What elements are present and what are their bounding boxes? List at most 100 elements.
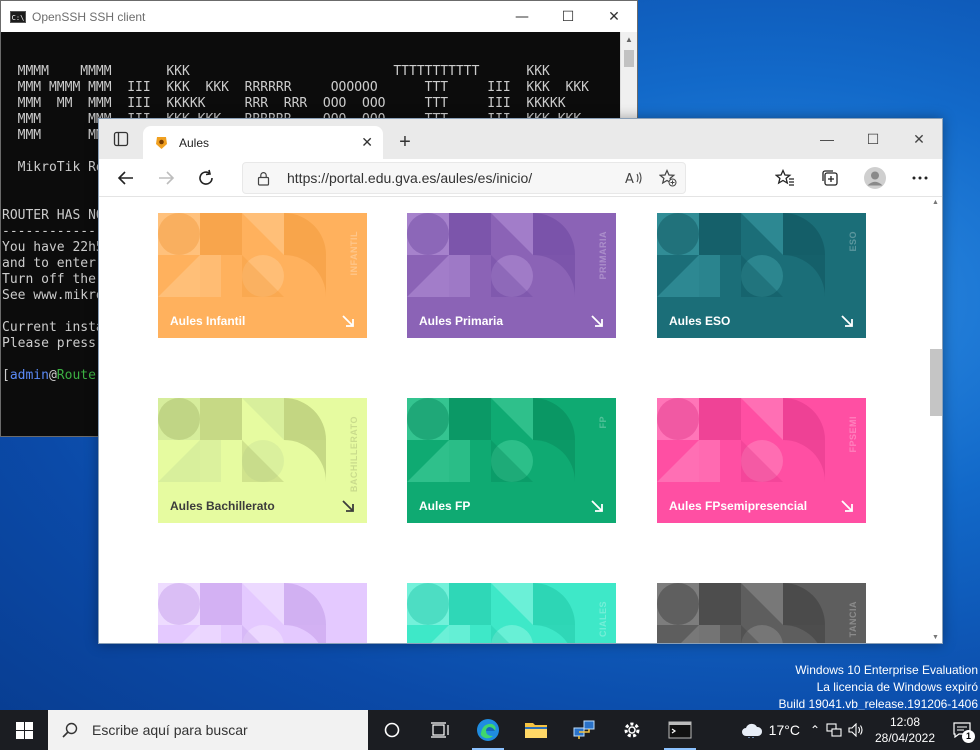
tab-close-icon[interactable]: ✕ — [361, 134, 373, 151]
windows-logo-icon — [15, 721, 33, 739]
terminal-line: MMM MMMM MMM III KKK KKK RRRRRR OOOOOO T… — [2, 80, 589, 95]
settings-button[interactable] — [608, 710, 656, 750]
edge-taskbar-button[interactable] — [464, 710, 512, 750]
cortana-button[interactable] — [368, 710, 416, 750]
browser-toolbar: https://portal.edu.gva.es/aules/es/inici… — [99, 159, 942, 197]
minimize-icon[interactable]: — — [499, 1, 545, 32]
aules-card[interactable]: PRIMARIA Aules Primaria — [407, 213, 616, 338]
cortana-circle-icon — [384, 722, 400, 738]
taskbar: Escribe aquí para buscar 17°C ⌃ 12:08 28… — [0, 710, 980, 750]
action-center-button[interactable]: 1 — [944, 710, 980, 750]
network-ethernet-icon[interactable] — [826, 723, 842, 737]
card-vertical-label: BACHILLERATO — [349, 416, 359, 493]
lock-icon[interactable] — [257, 171, 273, 186]
more-dots-icon — [912, 176, 927, 180]
notification-count-badge: 1 — [962, 730, 975, 743]
browser-close-icon[interactable]: ✕ — [896, 119, 942, 159]
card-label: Aules FP — [419, 499, 471, 513]
card-vertical-label: ESO — [848, 231, 858, 252]
arrow-down-right-icon — [841, 315, 853, 327]
aules-card[interactable]: FP Aules FP — [407, 398, 616, 523]
tab-title: Aules — [179, 135, 210, 150]
tab-strip: Aules ✕ + — ☐ ✕ — [99, 119, 942, 159]
task-view-icon — [431, 722, 449, 738]
tab-actions-icon — [113, 131, 129, 147]
card-pattern — [158, 583, 326, 643]
aules-card[interactable]: INFANTIL Aules Infantil — [158, 213, 367, 338]
aules-card[interactable]: BACHILLERATO Aules Bachillerato — [158, 398, 367, 523]
terminal-taskbar-button[interactable] — [656, 710, 704, 750]
search-placeholder: Escribe aquí para buscar — [92, 722, 248, 738]
card-label: Aules Infantil — [170, 314, 246, 328]
svg-text:A: A — [625, 172, 634, 186]
clock-time: 12:08 — [889, 715, 921, 729]
aules-card[interactable] — [158, 583, 367, 643]
card-label: Aules FPsemipresencial — [669, 499, 808, 513]
card-label: Aules ESO — [669, 314, 731, 328]
scroll-up-icon[interactable]: ▲ — [621, 32, 637, 48]
start-button[interactable] — [0, 710, 48, 750]
aules-card[interactable]: FPSEMI Aules FPsemipresencial — [657, 398, 866, 523]
favorites-star-icon — [774, 169, 794, 186]
address-bar[interactable]: https://portal.edu.gva.es/aules/es/inici… — [242, 162, 686, 194]
gear-icon — [624, 722, 640, 738]
back-arrow-icon — [117, 170, 133, 185]
network-app-button[interactable] — [560, 710, 608, 750]
ssh-window-title: OpenSSH SSH client — [32, 9, 146, 24]
show-hidden-icons-chevron-icon[interactable]: ⌃ — [810, 723, 820, 737]
tray-icons: ⌃ — [810, 723, 864, 737]
search-icon — [62, 722, 78, 738]
weather-widget[interactable]: 17°C — [741, 722, 800, 738]
aules-card[interactable]: TANCIA — [657, 583, 866, 643]
file-explorer-button[interactable] — [512, 710, 560, 750]
page-scrollbar[interactable]: ▲ ▼ — [929, 197, 942, 643]
add-favorite-icon[interactable] — [651, 169, 685, 187]
clock[interactable]: 12:08 28/04/2022 — [872, 714, 938, 746]
task-view-button[interactable] — [416, 710, 464, 750]
url-text[interactable]: https://portal.edu.gva.es/aules/es/inici… — [287, 170, 617, 186]
tab-actions-button[interactable] — [99, 119, 143, 159]
prompt-user: admin — [9, 368, 49, 383]
edge-icon — [477, 719, 499, 741]
card-vertical-label: FP — [598, 416, 608, 429]
profile-button[interactable] — [852, 159, 897, 197]
ssh-scroll-thumb[interactable] — [624, 50, 634, 67]
card-vertical-label: INFANTIL — [349, 231, 359, 276]
arrow-down-right-icon — [342, 500, 354, 512]
taskbar-search-box[interactable]: Escribe aquí para buscar — [48, 710, 368, 750]
page-scroll-up-icon[interactable]: ▲ — [929, 199, 942, 206]
watermark-line-2: La licencia de Windows expiró — [816, 680, 978, 694]
aules-favicon-icon — [156, 136, 167, 149]
terminal-line: MMM MM MMM III KKKKK RRR RRR OOO OOO TTT… — [2, 96, 566, 111]
back-button[interactable] — [106, 159, 146, 197]
ssh-titlebar[interactable]: C:\ OpenSSH SSH client — ☐ ✕ — [1, 1, 637, 32]
card-vertical-label: CIALES — [598, 601, 608, 638]
arrow-down-right-icon — [591, 315, 603, 327]
page-viewport[interactable]: INFANTIL Aules Infantil PRIMARIA Aules Prim… — [99, 197, 929, 643]
aules-card[interactable]: ESO Aules ESO — [657, 213, 866, 338]
profile-avatar-icon — [863, 167, 886, 189]
watermark-line-1: Windows 10 Enterprise Evaluation — [795, 663, 978, 677]
maximize-icon[interactable]: ☐ — [545, 1, 591, 32]
arrow-down-right-icon — [841, 500, 853, 512]
system-tray: 17°C ⌃ 12:08 28/04/2022 1 — [741, 710, 980, 750]
settings-more-button[interactable] — [897, 159, 942, 197]
volume-icon[interactable] — [848, 723, 864, 737]
aules-card[interactable]: CIALES — [407, 583, 616, 643]
browser-minimize-icon[interactable]: — — [804, 119, 850, 159]
collections-button[interactable] — [807, 159, 852, 197]
close-icon[interactable]: ✕ — [591, 1, 637, 32]
read-aloud-icon[interactable]: A — [617, 170, 651, 186]
cloud-icon — [741, 723, 762, 738]
refresh-button[interactable] — [186, 159, 226, 197]
page-scroll-down-icon[interactable]: ▼ — [929, 634, 942, 641]
browser-window[interactable]: Aules ✕ + — ☐ ✕ https://portal.edu.gva.e… — [98, 118, 943, 644]
browser-maximize-icon[interactable]: ☐ — [850, 119, 896, 159]
new-tab-button[interactable]: + — [389, 126, 421, 159]
card-vertical-label: FPSEMI — [848, 416, 858, 453]
favorites-button[interactable] — [762, 159, 807, 197]
forward-button[interactable] — [146, 159, 186, 197]
arrow-down-right-icon — [591, 500, 603, 512]
tab-aules[interactable]: Aules ✕ — [143, 126, 383, 159]
page-scroll-thumb[interactable] — [930, 349, 942, 416]
